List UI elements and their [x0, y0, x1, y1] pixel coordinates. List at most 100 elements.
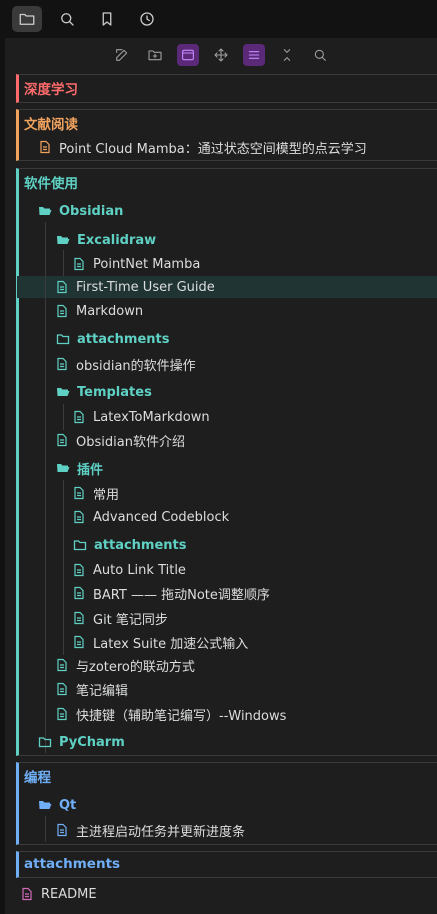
list-icon [248, 51, 260, 59]
folder-plus-icon [148, 50, 162, 61]
section-deep-learning [16, 74, 437, 103]
move-button[interactable] [210, 44, 232, 66]
file-git-sync[interactable]: Git 笔记同步 [72, 606, 168, 630]
file-icon [55, 823, 69, 837]
edit-icon [116, 49, 128, 61]
file-zotero[interactable]: 与zotero的联动方式 [55, 653, 195, 677]
file-icon [55, 682, 69, 696]
search-tab[interactable] [52, 6, 82, 32]
folder-icon [38, 735, 52, 749]
file-latex-to-markdown[interactable]: LatexToMarkdown [72, 405, 210, 429]
file-label: README [41, 886, 97, 902]
file-latex-suite[interactable]: Latex Suite 加速公式输入 [72, 630, 248, 654]
folder-label: 文献阅读 [24, 117, 78, 133]
folder-label: 编程 [24, 770, 51, 786]
new-folder-button[interactable] [144, 44, 166, 66]
folder-label: PyCharm [59, 734, 125, 750]
file-icon [55, 433, 69, 447]
file-label: First-Time User Guide [76, 279, 215, 295]
folder-excalidraw[interactable]: Excalidraw [56, 228, 156, 252]
file-icon [72, 563, 86, 577]
collapse-all-button[interactable] [276, 44, 298, 66]
new-note-button[interactable] [111, 44, 133, 66]
file-note-editing[interactable]: 笔记编辑 [55, 677, 128, 701]
file-icon [72, 586, 86, 600]
file-icon [72, 410, 86, 424]
folder-label: 深度学习 [24, 82, 78, 98]
file-pointnet-mamba[interactable]: PointNet Mamba [72, 252, 200, 276]
chevrons-collapse-icon [283, 49, 291, 61]
file-auto-link-title[interactable]: Auto Link Title [72, 558, 186, 582]
folder-qt[interactable]: Qt [38, 793, 76, 817]
file-advanced-codeblock[interactable]: Advanced Codeblock [72, 505, 229, 529]
folder-programming[interactable]: 编程 [24, 764, 51, 788]
folder-label: attachments [94, 537, 187, 553]
file-label: Auto Link Title [93, 562, 186, 578]
folder-open-icon [56, 385, 70, 399]
folder-label: Templates [77, 384, 152, 400]
file-point-cloud-mamba[interactable]: Point Cloud Mamba：通过状态空间模型的点云学习 [38, 135, 367, 159]
folder-templates[interactable]: Templates [56, 380, 152, 404]
folder-pycharm[interactable]: PyCharm [38, 730, 125, 754]
indent-guide [45, 816, 46, 842]
file-icon [72, 611, 86, 625]
folder-attachments-2[interactable]: attachments [73, 533, 187, 557]
bookmarks-tab[interactable] [92, 6, 122, 32]
change-view-button[interactable] [177, 44, 199, 66]
folder-open-icon [38, 204, 52, 218]
folder-obsidian[interactable]: Obsidian [38, 199, 123, 223]
folder-open-icon [56, 233, 70, 247]
file-icon [55, 658, 69, 672]
folder-reading[interactable]: 文献阅读 [24, 111, 78, 135]
folder-label: Excalidraw [77, 232, 157, 248]
file-label: Advanced Codeblock [93, 509, 230, 525]
file-label: 快捷键（辅助笔记编写）--Windows [76, 708, 287, 724]
folder-attachments-1[interactable]: attachments [56, 327, 170, 351]
file-label: Obsidian软件介绍 [76, 434, 185, 450]
file-label: BART —— 拖动Note调整顺序 [93, 587, 270, 603]
file-icon [72, 510, 86, 524]
search-icon [314, 49, 326, 61]
folder-software[interactable]: 软件使用 [24, 170, 78, 194]
file-shortcuts[interactable]: 快捷键（辅助笔记编写）--Windows [55, 702, 286, 726]
file-main-thread[interactable]: 主进程启动任务并更新进度条 [55, 818, 245, 842]
file-icon [72, 257, 86, 271]
folder-open-icon [56, 461, 70, 475]
bookmark-icon [102, 12, 112, 26]
indent-guide [63, 404, 64, 430]
folder-label: attachments [24, 856, 121, 872]
file-label: 常用 [93, 487, 120, 503]
recent-tab[interactable] [132, 6, 162, 32]
top-tab-bar [0, 0, 437, 38]
folder-open-icon [38, 798, 52, 812]
file-markdown[interactable]: Markdown [55, 299, 143, 323]
indent-guide [63, 480, 64, 655]
file-label: Latex Suite 加速公式输入 [93, 636, 249, 652]
file-label: 笔记编辑 [76, 683, 129, 699]
file-bart[interactable]: BART —— 拖动Note调整顺序 [72, 581, 270, 605]
sort-button[interactable] [243, 44, 265, 66]
file-label: Point Cloud Mamba：通过状态空间模型的点云学习 [59, 141, 367, 157]
folder-label: 软件使用 [24, 176, 78, 192]
search-files-button[interactable] [309, 44, 331, 66]
file-obsidian-ops[interactable]: obsidian的软件操作 [55, 352, 196, 376]
search-icon [61, 13, 74, 26]
move-icon [214, 48, 228, 62]
file-common[interactable]: 常用 [72, 481, 119, 505]
folder-label: 插件 [77, 462, 104, 478]
folder-icon [56, 332, 70, 346]
file-label: 与zotero的联动方式 [76, 659, 195, 675]
folder-plugins[interactable]: 插件 [56, 456, 103, 480]
file-icon [38, 140, 52, 154]
folder-attachments-root[interactable]: attachments [24, 852, 120, 876]
file-readme[interactable]: README [20, 882, 97, 906]
folder-deep-learning[interactable]: 深度学习 [24, 76, 78, 100]
file-icon [72, 635, 86, 649]
file-obsidian-intro[interactable]: Obsidian软件介绍 [55, 428, 185, 452]
folder-label: attachments [77, 331, 170, 347]
file-first-time-guide[interactable]: First-Time User Guide [55, 275, 215, 299]
left-edge [0, 38, 5, 914]
folder-label: Obsidian [59, 203, 124, 219]
explorer-toolbar [5, 38, 437, 72]
files-tab[interactable] [12, 6, 42, 32]
